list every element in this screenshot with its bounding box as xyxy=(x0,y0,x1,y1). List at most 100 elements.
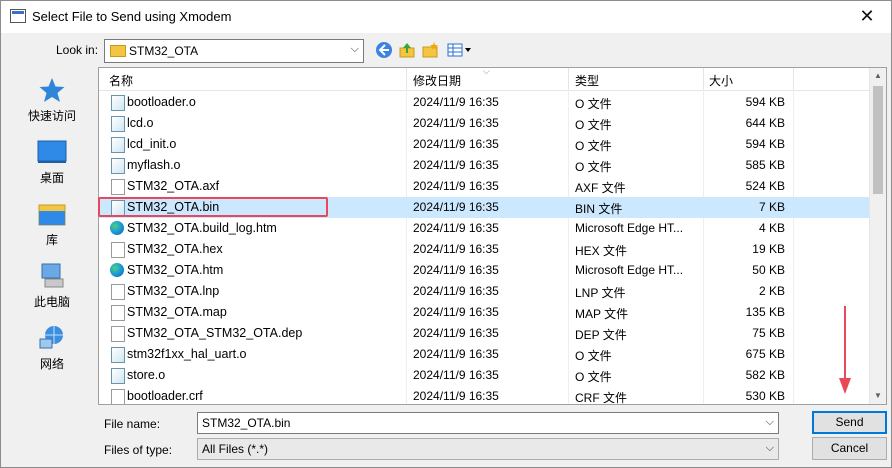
file-name: lcd.o xyxy=(127,116,154,130)
cancel-button[interactable]: Cancel xyxy=(812,437,887,460)
file-name: lcd_init.o xyxy=(127,137,177,151)
file-type: O 文件 xyxy=(575,160,612,174)
file-row[interactable]: STM32_OTA.htm 2024/11/9 16:35 Microsoft Ed… xyxy=(99,260,869,281)
column-divider[interactable] xyxy=(406,68,407,90)
file-size: 7 KB xyxy=(758,200,785,214)
scroll-up-arrow-icon[interactable]: ▲ xyxy=(870,68,886,84)
library-icon xyxy=(37,201,67,227)
files-of-type-label: Files of type: xyxy=(104,443,173,457)
place-label: 桌面 xyxy=(39,171,64,185)
file-row[interactable]: stm32f1xx_hal_uart.o 2024/11/9 16:35 O 文件 6… xyxy=(99,344,869,365)
file-row[interactable]: STM32_OTA.lnp 2024/11/9 16:35 LNP 文件 2 KB xyxy=(99,281,869,302)
file-icon xyxy=(111,347,125,363)
file-size: 644 KB xyxy=(745,116,785,130)
scroll-thumb[interactable] xyxy=(873,86,883,194)
file-type: HEX 文件 xyxy=(575,244,628,258)
file-row[interactable]: STM32_OTA.build_log.htm 2024/11/9 16:35 Mi… xyxy=(99,218,869,239)
column-divider[interactable] xyxy=(568,68,569,90)
file-date: 2024/11/9 16:35 xyxy=(413,179,499,193)
file-row[interactable]: STM32_OTA_STM32_OTA.dep 2024/11/9 16:35 DE… xyxy=(99,323,869,344)
file-row[interactable]: STM32_OTA.axf 2024/11/9 16:35 AXF 文件 524 KB xyxy=(99,176,869,197)
chevron-down-icon: ⌵ xyxy=(350,43,359,55)
file-type: BIN 文件 xyxy=(575,202,623,216)
file-icon xyxy=(111,116,125,132)
file-size: 582 KB xyxy=(745,368,785,382)
file-list[interactable]: 名称 ⌵ 修改日期 类型 大小 bootloader.o 2024/11/9 16… xyxy=(98,67,887,405)
place-label: 网络 xyxy=(39,357,64,371)
file-name: myflash.o xyxy=(127,158,181,172)
column-header-type[interactable]: 类型 xyxy=(575,72,599,89)
file-size: 594 KB xyxy=(745,137,785,151)
column-header-date[interactable]: 修改日期 xyxy=(413,72,461,89)
file-size: 594 KB xyxy=(745,95,785,109)
file-size: 675 KB xyxy=(745,347,785,361)
file-type: DEP 文件 xyxy=(575,328,627,342)
file-icon xyxy=(111,242,125,258)
file-name-field[interactable]: STM32_OTA.bin ⌵ xyxy=(197,412,779,434)
file-name: STM32_OTA.htm xyxy=(127,263,224,277)
file-date: 2024/11/9 16:35 xyxy=(413,368,499,382)
file-size: 75 KB xyxy=(752,326,785,340)
file-icon xyxy=(111,284,125,300)
place-library[interactable]: 库 xyxy=(9,201,95,248)
place-label: 库 xyxy=(45,233,58,247)
file-type: Microsoft Edge HT... xyxy=(575,263,684,277)
file-date: 2024/11/9 16:35 xyxy=(413,242,499,256)
file-icon xyxy=(111,368,125,384)
file-icon xyxy=(111,158,125,174)
look-in-value: STM32_OTA xyxy=(129,44,199,58)
folder-icon xyxy=(110,45,126,57)
file-date: 2024/11/9 16:35 xyxy=(413,389,499,403)
chevron-down-icon[interactable]: ⌵ xyxy=(766,416,774,429)
file-size: 19 KB xyxy=(752,242,785,256)
file-name: STM32_OTA.build_log.htm xyxy=(127,221,277,235)
scroll-down-arrow-icon[interactable]: ▼ xyxy=(870,388,886,404)
file-row[interactable]: myflash.o 2024/11/9 16:35 O 文件 585 KB xyxy=(99,155,869,176)
file-row[interactable]: bootloader.crf 2024/11/9 16:35 CRF 文件 530 K… xyxy=(99,386,869,404)
place-desktop[interactable]: 桌面 xyxy=(9,139,95,186)
file-rows: bootloader.o 2024/11/9 16:35 O 文件 594 KB lcd… xyxy=(99,92,869,404)
file-date: 2024/11/9 16:35 xyxy=(413,200,499,214)
file-type: MAP 文件 xyxy=(575,307,629,321)
look-in-dropdown[interactable]: STM32_OTA ⌵ xyxy=(104,39,364,63)
column-header-name[interactable]: 名称 xyxy=(109,72,133,89)
file-row[interactable]: bootloader.o 2024/11/9 16:35 O 文件 594 KB xyxy=(99,92,869,113)
file-size: 135 KB xyxy=(745,305,785,319)
send-button[interactable]: Send xyxy=(812,411,887,434)
computer-icon xyxy=(37,263,67,289)
place-this-pc[interactable]: 此电脑 xyxy=(9,263,95,310)
place-network[interactable]: 网络 xyxy=(9,325,95,372)
file-row[interactable]: lcd_init.o 2024/11/9 16:35 O 文件 594 KB xyxy=(99,134,869,155)
column-divider[interactable] xyxy=(793,68,794,90)
file-icon xyxy=(111,179,125,195)
view-menu-icon[interactable] xyxy=(446,41,472,59)
file-name: STM32_OTA.map xyxy=(127,305,227,319)
new-folder-icon[interactable] xyxy=(421,41,439,59)
file-name: bootloader.o xyxy=(127,95,196,109)
file-name-value: STM32_OTA.bin xyxy=(202,416,291,430)
close-button[interactable]: ✕ xyxy=(847,3,887,29)
file-date: 2024/11/9 16:35 xyxy=(413,137,499,151)
file-row[interactable]: store.o 2024/11/9 16:35 O 文件 582 KB xyxy=(99,365,869,386)
files-of-type-dropdown[interactable]: All Files (*.*) ⌵ xyxy=(197,438,779,460)
file-size: 585 KB xyxy=(745,158,785,172)
file-icon xyxy=(111,326,125,342)
window-title: Select File to Send using Xmodem xyxy=(32,9,232,24)
back-icon[interactable] xyxy=(375,41,393,59)
files-of-type-value: All Files (*.*) xyxy=(202,442,269,456)
file-row[interactable]: STM32_OTA.hex 2024/11/9 16:35 HEX 文件 19 KB xyxy=(99,239,869,260)
place-quick-access[interactable]: 快速访问 xyxy=(9,77,95,124)
file-type: O 文件 xyxy=(575,139,612,153)
column-divider[interactable] xyxy=(703,68,704,90)
file-row[interactable]: lcd.o 2024/11/9 16:35 O 文件 644 KB xyxy=(99,113,869,134)
file-type: O 文件 xyxy=(575,97,612,111)
vertical-scrollbar[interactable]: ▲ ▼ xyxy=(869,68,886,404)
selection-highlight-annotation xyxy=(98,197,328,217)
star-icon xyxy=(37,77,67,103)
column-header-size[interactable]: 大小 xyxy=(709,72,733,89)
file-name: stm32f1xx_hal_uart.o xyxy=(127,347,247,361)
up-folder-icon[interactable] xyxy=(398,41,416,59)
file-date: 2024/11/9 16:35 xyxy=(413,284,499,298)
file-row[interactable]: STM32_OTA.map 2024/11/9 16:35 MAP 文件 135 KB xyxy=(99,302,869,323)
file-type: Microsoft Edge HT... xyxy=(575,221,684,235)
